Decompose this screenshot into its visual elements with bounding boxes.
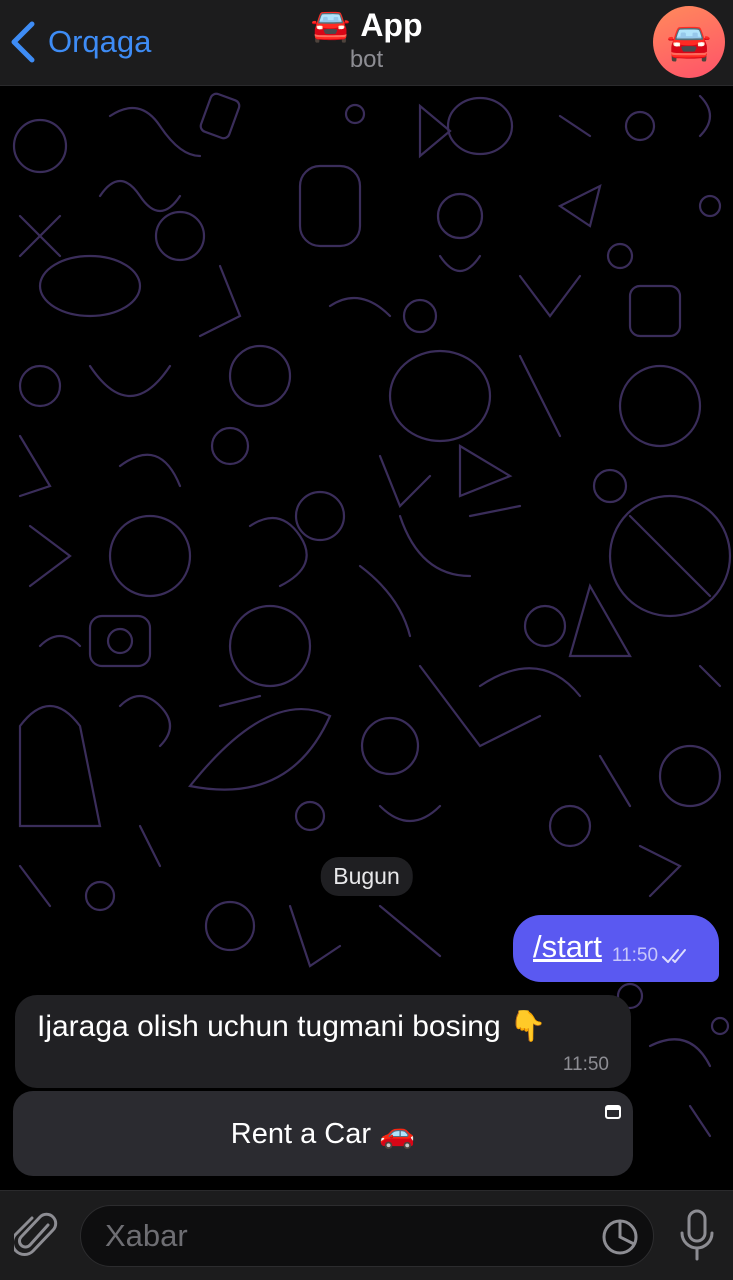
message-input[interactable] [105, 1206, 585, 1266]
sticker-icon[interactable] [601, 1218, 639, 1256]
rent-a-car-button[interactable]: Rent a Car 🚗 [13, 1091, 633, 1176]
incoming-message[interactable]: Ijaraga olish uchun tugmani bosing 👇 11:… [15, 995, 631, 1088]
date-separator: Bugun [320, 857, 413, 896]
web-app-icon [605, 1105, 621, 1119]
chat-title: 🚘 App [310, 6, 422, 44]
inline-button-label: Rent a Car 🚗 [230, 1117, 416, 1150]
outgoing-message[interactable]: /start 11:50 [513, 915, 719, 982]
microphone-icon[interactable] [679, 1209, 715, 1263]
avatar[interactable]: 🚘 [653, 6, 725, 78]
message-field[interactable] [80, 1205, 654, 1267]
bot-command-link[interactable]: /start [533, 929, 602, 965]
chat-title-block[interactable]: 🚘 App bot [0, 6, 733, 74]
message-text: Ijaraga olish uchun tugmani bosing 👇 [37, 1010, 547, 1043]
chat-subtitle: bot [349, 46, 384, 73]
paperclip-icon[interactable] [14, 1211, 60, 1261]
message-time: 11:50 [611, 945, 659, 966]
chat-area[interactable]: Bugun /start 11:50 Ijaraga olish uchun t… [0, 86, 733, 1190]
message-time: 11:50 [562, 1054, 609, 1075]
car-emoji-icon: 🚘 [310, 7, 351, 43]
message-input-bar [0, 1190, 733, 1280]
double-check-icon [662, 949, 687, 963]
chat-title-text: App [360, 6, 423, 43]
avatar-emoji: 🚘 [666, 21, 712, 62]
message-meta: 11:50 [612, 945, 692, 967]
chat-header: Orqaga 🚘 App bot 🚘 [0, 0, 733, 86]
